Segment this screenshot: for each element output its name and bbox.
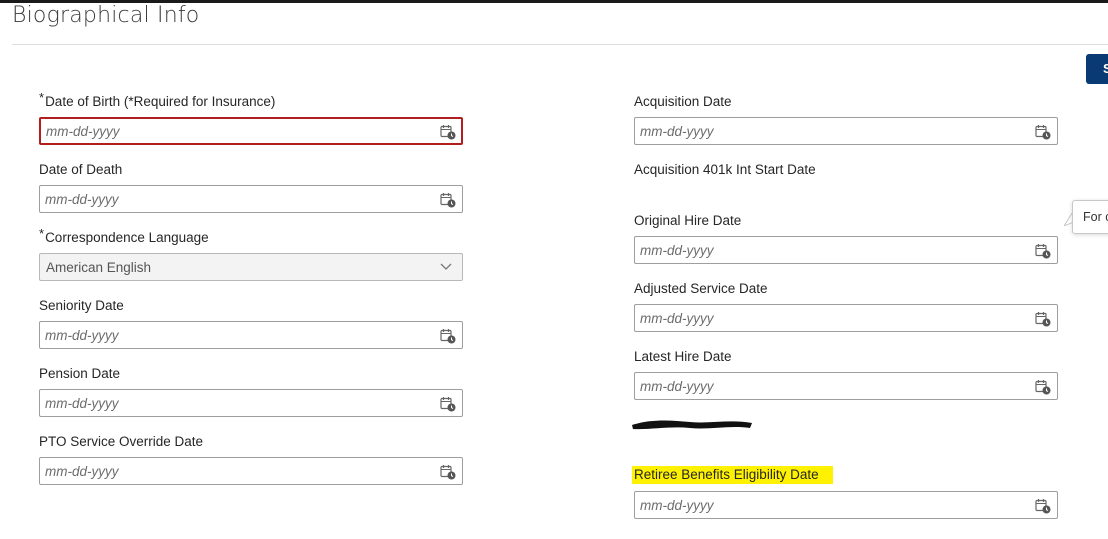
latest-hire-date-label: Latest Hire Date	[634, 349, 732, 364]
retiree-benefits-eligibility-date-label: Retiree Benefits Eligibility Date	[632, 466, 833, 484]
adjusted-service-date-field[interactable]	[634, 304, 1058, 332]
adjusted-service-date-label: Adjusted Service Date	[634, 281, 768, 296]
date-of-birth-label: *Date of Birth (*Required for Insurance)	[39, 90, 276, 109]
correspondence-language-select[interactable]: American English	[39, 253, 463, 281]
correspondence-language-label-text: Correspondence Language	[45, 230, 209, 245]
acquisition-date-input[interactable]	[640, 118, 1020, 144]
date-of-death-field[interactable]	[39, 185, 463, 213]
calendar-icon[interactable]	[440, 396, 456, 412]
calendar-icon[interactable]	[1035, 243, 1051, 259]
date-of-birth-label-text: Date of Birth (*Required for Insurance)	[45, 94, 276, 109]
calendar-icon[interactable]	[440, 124, 456, 140]
correspondence-language-value: American English	[46, 260, 152, 275]
acquisition-date-label: Acquisition Date	[634, 94, 732, 109]
page-title: Biographical Info	[12, 3, 200, 28]
original-hire-date-field[interactable]	[634, 236, 1058, 264]
required-marker: *	[39, 226, 45, 241]
calendar-icon[interactable]	[1035, 498, 1051, 514]
date-of-death-label: Date of Death	[39, 162, 123, 177]
redacted-label	[632, 420, 752, 430]
title-divider	[12, 44, 1108, 45]
acquisition-401k-int-start-date-label: Acquisition 401k Int Start Date	[634, 162, 816, 177]
highlighted-label-text: Retiree Benefits Eligibility Date	[632, 466, 833, 484]
pension-date-input[interactable]	[45, 390, 425, 416]
original-hire-date-input[interactable]	[640, 237, 1020, 263]
date-of-birth-input[interactable]	[46, 119, 426, 143]
calendar-icon[interactable]	[440, 192, 456, 208]
calendar-icon[interactable]	[440, 328, 456, 344]
seniority-date-input[interactable]	[45, 322, 425, 348]
retiree-benefits-eligibility-date-field[interactable]	[634, 491, 1058, 519]
tooltip: For c	[1072, 200, 1108, 234]
retiree-benefits-eligibility-date-input[interactable]	[640, 492, 1020, 518]
seniority-date-label: Seniority Date	[39, 298, 124, 313]
pto-service-override-date-label: PTO Service Override Date	[39, 434, 204, 449]
correspondence-language-label: *Correspondence Language	[39, 226, 209, 245]
calendar-icon[interactable]	[1035, 311, 1051, 327]
calendar-icon[interactable]	[1035, 379, 1051, 395]
original-hire-date-label: Original Hire Date	[634, 213, 742, 228]
calendar-icon[interactable]	[1035, 124, 1051, 140]
date-of-death-input[interactable]	[45, 186, 425, 212]
pto-service-override-date-field[interactable]	[39, 457, 463, 485]
required-marker: *	[39, 90, 45, 105]
seniority-date-field[interactable]	[39, 321, 463, 349]
pension-date-label: Pension Date	[39, 366, 121, 381]
pto-service-override-date-input[interactable]	[45, 458, 425, 484]
latest-hire-date-input[interactable]	[640, 373, 1020, 399]
date-of-birth-field[interactable]	[39, 117, 463, 145]
adjusted-service-date-input[interactable]	[640, 305, 1020, 331]
pension-date-field[interactable]	[39, 389, 463, 417]
calendar-icon[interactable]	[440, 464, 456, 480]
save-button[interactable]: S	[1086, 54, 1108, 84]
acquisition-date-field[interactable]	[634, 117, 1058, 145]
chevron-down-icon[interactable]	[440, 263, 452, 271]
latest-hire-date-field[interactable]	[634, 372, 1058, 400]
